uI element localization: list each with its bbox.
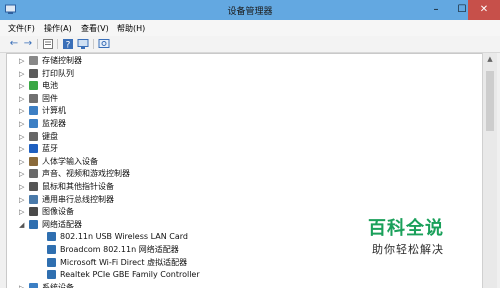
tree-item-label: 鼠标和其他指针设备 — [42, 182, 114, 191]
tree-item[interactable]: ▷ 通用串行总线控制器 — [19, 194, 114, 206]
tree-item-label: 计算机 — [42, 106, 66, 116]
forward-button[interactable]: → — [22, 38, 34, 50]
tree-item[interactable]: 802.11n USB Wireless LAN Card — [37, 231, 188, 243]
title-bar[interactable]: 设备管理器 – ☐ ✕ — [0, 0, 500, 20]
expander-icon[interactable]: ▷ — [19, 168, 27, 180]
vertical-scrollbar[interactable]: ▲ — [482, 53, 497, 288]
scroll-up-arrow-icon[interactable]: ▲ — [483, 53, 497, 65]
tree-item-label: 系统设备 — [42, 282, 74, 288]
toolbar: ← → ? — [0, 36, 500, 53]
computer-icon — [29, 106, 38, 116]
network-adapter-icon — [29, 219, 38, 229]
tree-item-label: 监视器 — [42, 119, 66, 128]
tree-item[interactable]: ◢ 网络适配器 — [19, 219, 82, 231]
watermark-tagline: 助你轻松解决 — [372, 243, 444, 256]
tree-item[interactable]: ▷ 声音、视频和游戏控制器 — [19, 168, 130, 180]
tree-item[interactable]: ▷ 存储控制器 — [19, 55, 82, 67]
toolbar-separator — [57, 39, 58, 49]
menu-bar: 文件(F) 操作(A) 查看(V) 帮助(H) — [0, 20, 500, 36]
help-icon[interactable]: ? — [62, 38, 74, 50]
tree-item[interactable]: ▷ 系统设备 — [19, 282, 74, 288]
usb-icon — [29, 194, 38, 204]
tree-item[interactable]: ▷ 鼠标和其他指针设备 — [19, 181, 114, 193]
properties-icon[interactable] — [42, 38, 54, 50]
system-device-icon — [29, 282, 38, 288]
printer-icon — [29, 68, 38, 78]
menu-file[interactable]: 文件(F) — [8, 23, 35, 34]
watermark-brand: 百科全说 — [368, 218, 444, 239]
back-button[interactable]: ← — [8, 38, 20, 50]
scroll-thumb[interactable] — [486, 71, 494, 131]
tree-item[interactable]: ▷ 打印队列 — [19, 68, 74, 80]
sound-icon — [29, 169, 38, 179]
tree-item-label: 存储控制器 — [42, 56, 82, 65]
storage-controller-icon — [29, 56, 38, 65]
expander-icon[interactable]: ▷ — [19, 118, 27, 130]
tree-item-label: 打印队列 — [42, 68, 74, 78]
expander-icon[interactable]: ▷ — [19, 282, 27, 288]
tree-item[interactable]: ▷ 键盘 — [19, 131, 58, 143]
monitor-icon[interactable] — [77, 38, 89, 50]
scan-hardware-icon[interactable] — [98, 38, 110, 50]
tree-item[interactable]: Microsoft Wi-Fi Direct 虚拟适配器 — [37, 257, 187, 269]
toolbar-separator — [37, 39, 38, 49]
tree-item[interactable]: Broadcom 802.11n 网络适配器 — [37, 244, 179, 256]
tree-item-label: 通用串行总线控制器 — [42, 194, 114, 204]
minimize-button[interactable]: – — [423, 0, 449, 20]
toolbar-separator — [93, 39, 94, 49]
tree-item-label: 键盘 — [42, 131, 58, 141]
battery-icon — [29, 81, 38, 91]
expander-icon[interactable]: ▷ — [19, 105, 27, 117]
menu-action[interactable]: 操作(A) — [44, 23, 72, 34]
network-card-icon — [47, 257, 56, 267]
tree-item-label: 蓝牙 — [42, 144, 58, 154]
hid-icon — [29, 156, 38, 166]
tree-item-label: Realtek PCIe GBE Family Controller — [60, 270, 200, 280]
expander-icon[interactable]: ▷ — [19, 194, 27, 206]
network-card-icon — [47, 232, 56, 242]
menu-view[interactable]: 查看(V) — [81, 23, 109, 34]
monitor-icon — [29, 119, 38, 128]
tree-item[interactable]: ▷ 人体学输入设备 — [19, 156, 98, 168]
tree-item-label: 图像设备 — [42, 207, 74, 217]
tree-item[interactable]: ▷ 监视器 — [19, 118, 66, 130]
tree-item[interactable]: ▷ 蓝牙 — [19, 143, 58, 155]
network-card-icon — [47, 270, 56, 280]
expander-icon[interactable]: ▷ — [19, 206, 27, 218]
svg-text:?: ? — [66, 41, 71, 51]
tree-item[interactable]: ▷ 图像设备 — [19, 206, 74, 218]
tree-item[interactable]: ▷ 计算机 — [19, 105, 66, 117]
expander-icon[interactable]: ◢ — [19, 219, 27, 231]
expander-icon[interactable]: ▷ — [19, 131, 27, 143]
bluetooth-icon — [29, 144, 38, 154]
expander-icon[interactable]: ▷ — [19, 143, 27, 155]
firmware-icon — [29, 93, 38, 103]
tree-item-label: 固件 — [42, 93, 58, 103]
tree-item-label: Broadcom 802.11n 网络适配器 — [60, 245, 179, 254]
expander-icon[interactable]: ▷ — [19, 80, 27, 92]
expander-icon[interactable]: ▷ — [19, 156, 27, 168]
tree-item-label: 人体学输入设备 — [42, 156, 98, 166]
tree-item-label: Microsoft Wi-Fi Direct 虚拟适配器 — [60, 257, 188, 267]
tree-item-label: 声音、视频和游戏控制器 — [42, 169, 130, 179]
tree-item-label: 电池 — [42, 81, 58, 91]
tree-item[interactable]: Realtek PCIe GBE Family Controller — [37, 269, 200, 281]
expander-icon[interactable]: ▷ — [19, 181, 27, 193]
tree-item[interactable]: ▷ 电池 — [19, 80, 58, 92]
network-card-icon — [47, 245, 56, 254]
tree-item-label: 802.11n USB Wireless LAN Card — [60, 232, 188, 242]
close-button[interactable]: ✕ — [468, 0, 500, 20]
mouse-icon — [29, 182, 38, 191]
menu-help[interactable]: 帮助(H) — [117, 23, 145, 34]
expander-icon[interactable]: ▷ — [19, 55, 27, 67]
keyboard-icon — [29, 131, 38, 141]
tree-item-label: 网络适配器 — [42, 219, 82, 229]
tree-item[interactable]: ▷ 固件 — [19, 93, 58, 105]
camera-icon — [29, 207, 38, 217]
expander-icon[interactable]: ▷ — [19, 68, 27, 80]
expander-icon[interactable]: ▷ — [19, 93, 27, 105]
device-manager-window: 设备管理器 – ☐ ✕ 文件(F) 操作(A) 查看(V) 帮助(H) ← → … — [0, 0, 500, 288]
